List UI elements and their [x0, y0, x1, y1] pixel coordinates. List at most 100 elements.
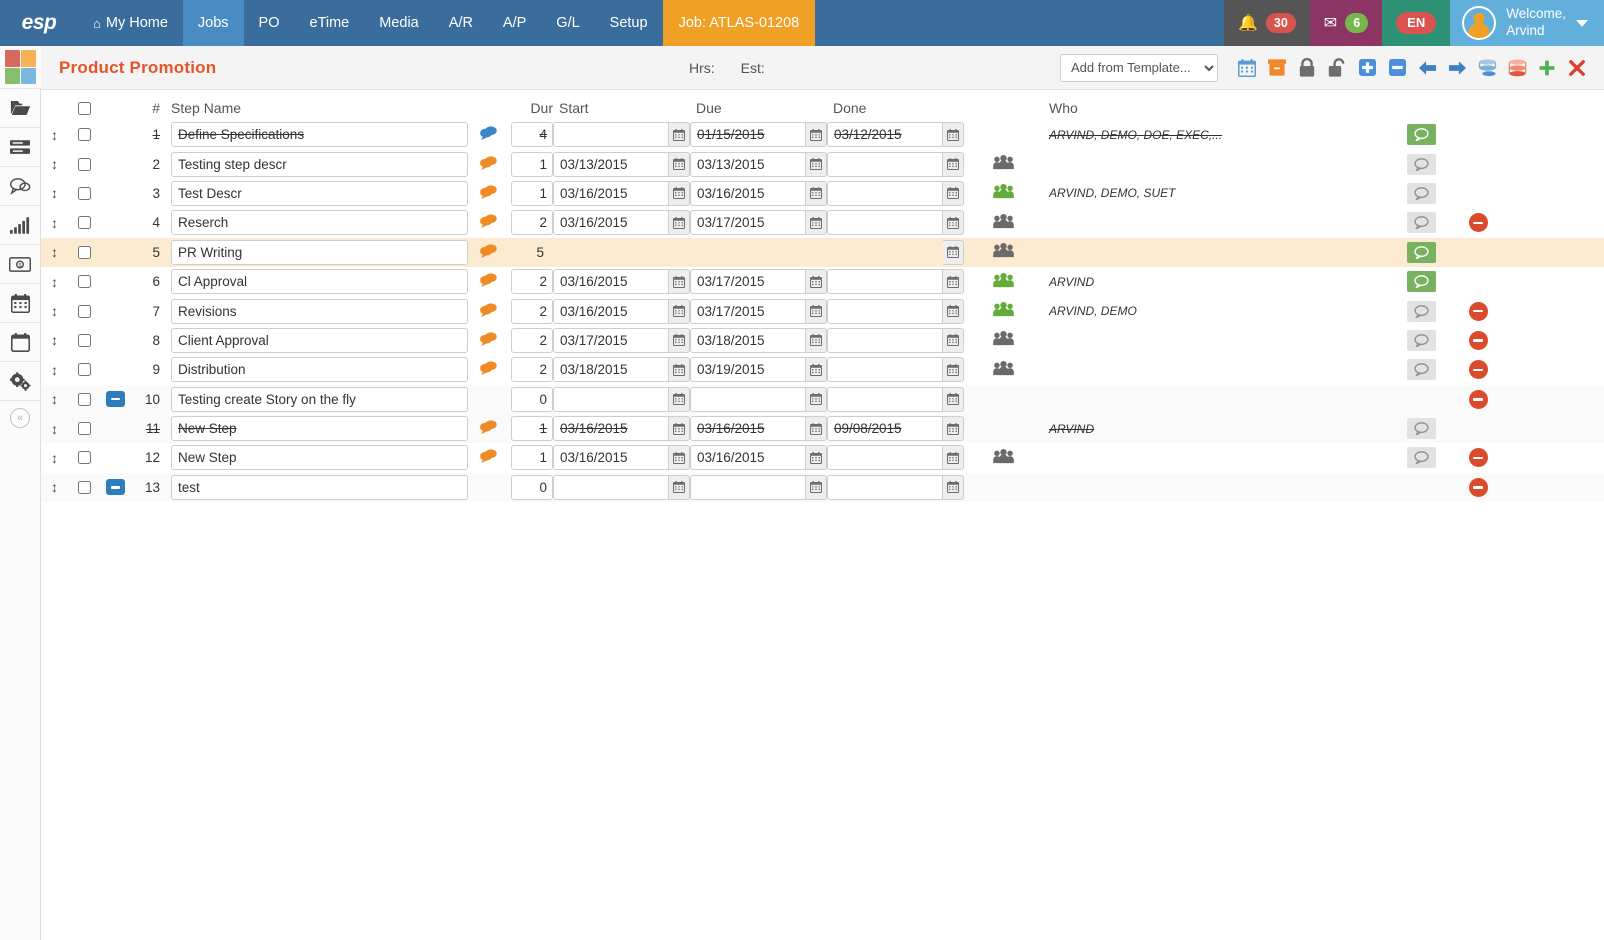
duration-input[interactable] — [511, 357, 553, 383]
drag-handle-icon[interactable]: ↕ — [51, 392, 58, 406]
sidebar-item-calendar[interactable] — [0, 283, 40, 322]
due-calendar-icon[interactable] — [806, 269, 827, 295]
due-date-input[interactable] — [690, 122, 806, 148]
start-calendar-icon[interactable] — [669, 386, 690, 412]
step-note-button[interactable] — [1407, 182, 1436, 204]
comment-bubble-icon[interactable] — [479, 449, 497, 466]
assign-users-icon[interactable] — [993, 213, 1014, 232]
drag-handle-icon[interactable]: ↕ — [51, 275, 58, 289]
sidebar-item-chart[interactable] — [0, 205, 40, 244]
due-date-input[interactable] — [690, 210, 806, 236]
add-box-icon[interactable] — [1352, 53, 1382, 83]
duration-input[interactable] — [511, 474, 553, 500]
step-name-input[interactable] — [171, 327, 468, 353]
assign-users-icon[interactable] — [993, 331, 1014, 349]
drag-handle-icon[interactable]: ↕ — [51, 422, 58, 436]
row-checkbox[interactable] — [78, 333, 91, 347]
start-date-input[interactable] — [553, 474, 669, 500]
nav-item-g-l[interactable]: G/L — [541, 0, 594, 46]
comment-bubble-icon[interactable] — [479, 420, 497, 437]
done-date-input[interactable] — [827, 445, 943, 471]
close-x-icon[interactable] — [1562, 53, 1592, 83]
nav-item-setup[interactable]: Setup — [595, 0, 663, 46]
duration-input[interactable] — [511, 445, 553, 471]
start-date-input[interactable] — [553, 210, 669, 236]
due-date-input[interactable] — [690, 386, 806, 412]
step-note-button[interactable] — [1407, 447, 1436, 469]
step-name-input[interactable] — [171, 239, 468, 265]
duration-input[interactable] — [511, 122, 553, 148]
row-checkbox[interactable] — [78, 186, 91, 200]
assign-users-icon[interactable] — [993, 155, 1014, 173]
done-date-input[interactable] — [827, 210, 943, 236]
step-name-input[interactable] — [171, 210, 468, 236]
notifications-button[interactable]: 🔔 30 — [1223, 0, 1310, 46]
done-date-input[interactable] — [827, 180, 943, 206]
collapse-row-button[interactable] — [105, 479, 125, 496]
drag-handle-icon[interactable]: ↕ — [51, 480, 58, 494]
start-date-input[interactable] — [553, 298, 669, 324]
collapse-row-button[interactable] — [105, 391, 125, 408]
step-note-button[interactable] — [1407, 300, 1436, 322]
step-name-input[interactable] — [171, 122, 468, 148]
step-name-input[interactable] — [171, 357, 468, 383]
assign-users-icon[interactable] — [993, 302, 1014, 320]
duration-input[interactable] — [511, 210, 553, 236]
due-date-input[interactable] — [690, 180, 806, 206]
start-calendar-icon[interactable] — [669, 327, 690, 353]
assign-users-icon[interactable] — [993, 272, 1014, 291]
select-all-checkbox[interactable] — [78, 101, 91, 115]
due-date-input[interactable] — [690, 151, 806, 177]
comment-bubble-icon[interactable] — [479, 155, 497, 173]
user-menu[interactable]: Welcome, Arvind — [1450, 0, 1604, 46]
sidebar-collapse-button[interactable]: « — [0, 400, 40, 434]
row-checkbox[interactable] — [78, 304, 91, 318]
table-row[interactable]: ↕ 11 ARVIND — [41, 413, 1604, 444]
due-calendar-icon[interactable] — [806, 180, 827, 206]
row-checkbox[interactable] — [78, 275, 91, 289]
step-note-button[interactable] — [1407, 212, 1436, 234]
row-checkbox[interactable] — [78, 392, 91, 406]
step-name-input[interactable] — [171, 386, 468, 412]
table-row[interactable]: ↕ 13 — [41, 472, 1604, 503]
done-calendar-icon[interactable] — [943, 474, 964, 500]
delete-row-button[interactable] — [1468, 389, 1488, 409]
row-checkbox[interactable] — [78, 451, 91, 465]
assign-users-icon[interactable] — [993, 360, 1014, 379]
arrow-right-icon[interactable] — [1442, 53, 1472, 83]
done-date-input[interactable] — [827, 151, 943, 177]
row-checkbox[interactable] — [78, 128, 91, 142]
due-calendar-icon[interactable] — [806, 122, 827, 148]
job-badge[interactable]: Job: ATLAS-01208 — [662, 0, 816, 46]
calendar-toolbar-icon[interactable] — [1232, 53, 1262, 83]
sidebar-item-money[interactable]: $ — [0, 244, 40, 283]
start-calendar-icon[interactable] — [669, 122, 690, 148]
start-calendar-icon[interactable] — [669, 151, 690, 177]
done-date-input[interactable] — [827, 416, 943, 442]
start-date-input[interactable] — [553, 445, 669, 471]
done-date-input[interactable] — [827, 474, 943, 500]
step-name-input[interactable] — [171, 474, 468, 500]
step-note-button[interactable] — [1407, 329, 1436, 351]
due-calendar-icon[interactable] — [806, 210, 827, 236]
drag-handle-icon[interactable]: ↕ — [51, 216, 58, 230]
due-calendar-icon[interactable] — [806, 474, 827, 500]
due-date-input[interactable] — [690, 298, 806, 324]
comment-bubble-icon[interactable] — [479, 126, 497, 143]
language-button[interactable]: EN — [1382, 0, 1451, 46]
duration-input[interactable] — [511, 416, 553, 442]
drag-handle-icon[interactable]: ↕ — [51, 245, 58, 259]
minus-box-icon[interactable] — [1382, 53, 1412, 83]
sidebar-item-settings[interactable] — [0, 361, 40, 400]
due-date-input[interactable] — [690, 474, 806, 500]
row-checkbox[interactable] — [78, 216, 91, 230]
assign-users-icon[interactable] — [993, 243, 1014, 261]
nav-item-po[interactable]: PO — [244, 0, 295, 46]
table-row[interactable]: ↕ 7 ARVIND, DEMO — [41, 296, 1604, 325]
nav-item-a-r[interactable]: A/R — [434, 0, 488, 46]
sidebar-item-list[interactable] — [0, 127, 40, 166]
duration-input[interactable] — [511, 269, 553, 295]
delete-row-button[interactable] — [1468, 448, 1488, 468]
comment-bubble-icon[interactable] — [479, 214, 497, 231]
table-row[interactable]: ↕ 2 — [41, 149, 1604, 178]
